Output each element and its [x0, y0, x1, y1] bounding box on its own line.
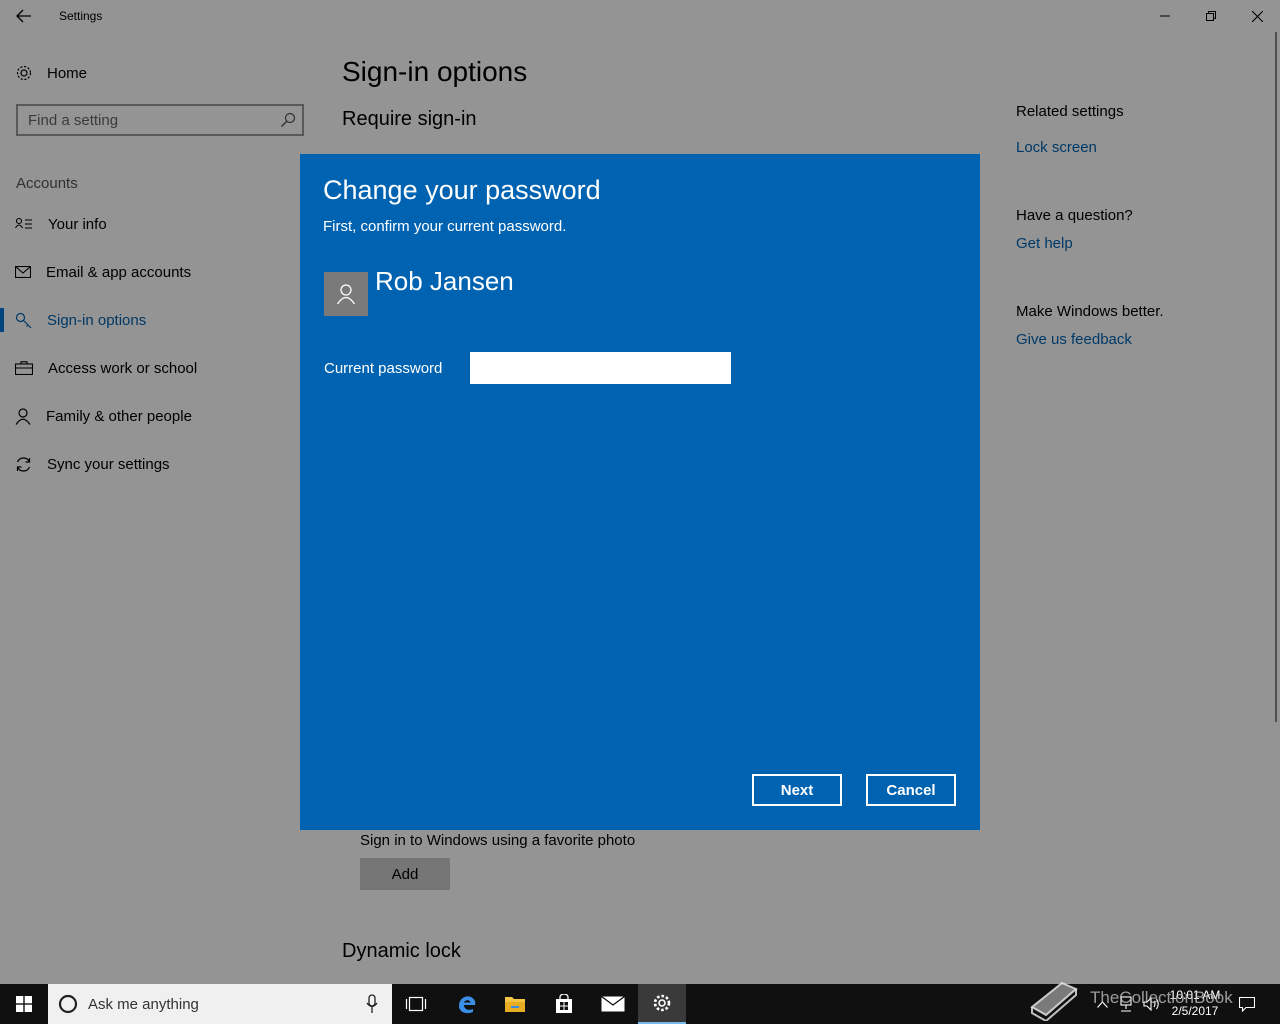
avatar — [324, 272, 368, 316]
user-name: Rob Jansen — [375, 266, 514, 296]
watermark: TheCollectionBook — [1028, 972, 1278, 1024]
windows-logo-icon — [16, 996, 32, 1012]
current-password-field[interactable] — [470, 352, 731, 384]
cortana-search-box[interactable]: Ask me anything — [48, 984, 392, 1024]
task-view-button[interactable] — [392, 984, 440, 1024]
next-button[interactable]: Next — [752, 774, 842, 806]
current-password-label: Current password — [324, 360, 443, 377]
watermark-text: TheCollectionBook — [1090, 988, 1233, 1007]
edge-icon — [459, 996, 476, 1014]
mail-app-button[interactable] — [589, 984, 637, 1024]
settings-app-button[interactable] — [638, 984, 686, 1024]
microphone-icon[interactable] — [366, 994, 378, 1014]
dialog-title: Change your password — [323, 175, 601, 205]
book-logo-icon — [1030, 981, 1078, 1021]
dialog-subtitle: First, confirm your current password. — [323, 218, 567, 235]
store-bag-icon — [556, 994, 572, 1013]
user-icon — [336, 284, 356, 305]
cortana-icon — [58, 994, 78, 1014]
file-explorer-button[interactable] — [491, 984, 539, 1024]
envelope-icon — [601, 996, 625, 1012]
start-button[interactable] — [0, 984, 48, 1024]
change-password-dialog: Change your password First, confirm your… — [300, 154, 980, 830]
edge-browser-button[interactable] — [443, 984, 491, 1024]
cortana-search-placeholder: Ask me anything — [88, 995, 199, 1013]
folder-icon — [505, 997, 525, 1012]
settings-gear-icon — [653, 994, 671, 1012]
store-button[interactable] — [540, 984, 588, 1024]
cancel-button[interactable]: Cancel — [866, 774, 956, 806]
task-view-icon — [405, 996, 427, 1012]
